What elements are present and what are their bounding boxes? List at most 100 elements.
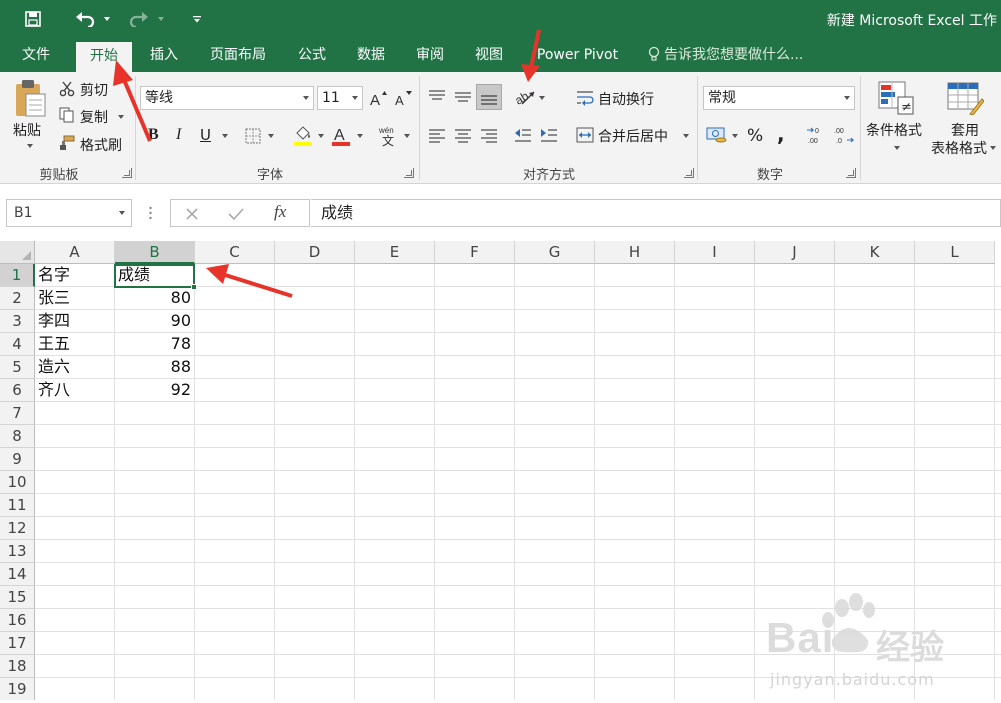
tab-view[interactable]: 视图 <box>463 38 515 72</box>
enter-icon[interactable] <box>227 205 245 223</box>
row-header-1[interactable]: 1 <box>0 264 35 287</box>
cell-a2[interactable]: 张三 <box>35 287 115 309</box>
increase-font-size-icon[interactable]: A <box>368 88 388 108</box>
tab-review[interactable]: 审阅 <box>404 38 456 72</box>
bold-button[interactable]: B <box>148 126 159 144</box>
customize-qat-icon[interactable] <box>190 8 204 30</box>
tab-file[interactable]: 文件 <box>10 38 62 72</box>
align-top-icon[interactable] <box>426 86 448 108</box>
cut-button[interactable]: 剪切 <box>80 80 108 100</box>
align-left-icon[interactable] <box>426 124 448 146</box>
row-header-10[interactable]: 10 <box>0 471 35 494</box>
format-as-table-line2[interactable]: 表格格式 <box>931 138 987 158</box>
column-header-f[interactable]: F <box>435 241 515 264</box>
wrap-text-icon[interactable] <box>574 88 596 108</box>
column-header-c[interactable]: C <box>195 241 275 264</box>
row-header-16[interactable]: 16 <box>0 609 35 632</box>
increase-decimal-icon[interactable]: 0.00 <box>805 124 829 146</box>
undo-icon[interactable] <box>72 8 98 30</box>
format-painter-icon[interactable] <box>58 134 76 152</box>
fill-handle[interactable] <box>191 284 197 290</box>
cell-b5[interactable]: 88 <box>115 356 194 378</box>
name-box[interactable]: B1 <box>6 199 132 227</box>
cell-b6[interactable]: 92 <box>115 379 194 401</box>
percent-style-button[interactable]: % <box>747 126 763 146</box>
cell-a1[interactable]: 名字 <box>35 264 115 286</box>
row-header-4[interactable]: 4 <box>0 333 35 356</box>
merge-center-icon[interactable] <box>574 125 596 145</box>
decrease-indent-icon[interactable] <box>512 124 534 146</box>
column-header-g[interactable]: G <box>515 241 595 264</box>
font-size-combo[interactable]: 11 <box>317 86 363 110</box>
insert-function-button[interactable]: fx <box>274 202 286 222</box>
align-bottom-icon[interactable] <box>476 84 502 110</box>
row-header-15[interactable]: 15 <box>0 586 35 609</box>
format-as-table-icon[interactable] <box>945 80 985 116</box>
row-header-13[interactable]: 13 <box>0 540 35 563</box>
align-center-icon[interactable] <box>452 124 474 146</box>
format-painter-button[interactable]: 格式刷 <box>80 135 122 155</box>
column-header-i[interactable]: I <box>675 241 755 264</box>
column-header-e[interactable]: E <box>355 241 435 264</box>
cell-b2[interactable]: 80 <box>115 287 194 309</box>
clipboard-launcher-icon[interactable] <box>122 168 132 178</box>
tab-formulas[interactable]: 公式 <box>286 38 338 72</box>
tab-power-pivot[interactable]: Power Pivot <box>530 38 625 72</box>
column-header-k[interactable]: K <box>835 241 915 264</box>
column-header-b[interactable]: B <box>115 241 195 264</box>
row-header-14[interactable]: 14 <box>0 563 35 586</box>
orientation-icon[interactable]: ab <box>512 86 538 108</box>
row-header-17[interactable]: 17 <box>0 632 35 655</box>
cut-icon[interactable] <box>58 80 76 98</box>
tab-data[interactable]: 数据 <box>345 38 397 72</box>
wrap-text-button[interactable]: 自动换行 <box>598 89 654 109</box>
row-header-5[interactable]: 5 <box>0 356 35 379</box>
number-format-combo[interactable]: 常规 <box>703 86 855 110</box>
column-header-l[interactable]: L <box>915 241 995 264</box>
accounting-format-icon[interactable] <box>705 124 729 146</box>
cell-a6[interactable]: 齐八 <box>35 379 115 401</box>
formula-bar-grip[interactable] <box>149 205 152 221</box>
number-launcher-icon[interactable] <box>846 168 856 178</box>
row-header-7[interactable]: 7 <box>0 402 35 425</box>
underline-button[interactable]: U <box>200 126 211 144</box>
cell-a4[interactable]: 王五 <box>35 333 115 355</box>
row-header-18[interactable]: 18 <box>0 655 35 678</box>
row-header-2[interactable]: 2 <box>0 287 35 310</box>
column-header-d[interactable]: D <box>275 241 355 264</box>
align-middle-icon[interactable] <box>452 86 474 108</box>
conditional-format-button[interactable]: 条件格式 <box>866 120 922 140</box>
conditional-format-icon[interactable]: ≠ <box>877 80 915 116</box>
tell-me-search[interactable]: 告诉我您想要做什么... <box>648 46 803 64</box>
font-launcher-icon[interactable] <box>404 168 414 178</box>
column-header-h[interactable]: H <box>595 241 675 264</box>
row-header-3[interactable]: 3 <box>0 310 35 333</box>
cancel-icon[interactable] <box>183 205 201 223</box>
copy-button[interactable]: 复制 <box>80 107 108 127</box>
cell-b4[interactable]: 78 <box>115 333 194 355</box>
save-icon[interactable] <box>20 8 46 30</box>
chevron-down-icon[interactable] <box>350 87 360 109</box>
chevron-down-icon[interactable] <box>842 87 852 109</box>
row-header-12[interactable]: 12 <box>0 517 35 540</box>
decrease-font-size-icon[interactable]: A <box>393 88 413 108</box>
undo-dropdown-icon[interactable] <box>100 8 114 30</box>
fill-color-icon[interactable] <box>292 124 314 148</box>
redo-dropdown-icon[interactable] <box>154 8 168 30</box>
chevron-down-icon[interactable] <box>301 87 311 109</box>
paste-button[interactable]: 粘贴 <box>13 120 41 140</box>
tab-page-layout[interactable]: 页面布局 <box>198 38 278 72</box>
redo-icon[interactable] <box>126 8 152 30</box>
row-header-11[interactable]: 11 <box>0 494 35 517</box>
column-header-j[interactable]: J <box>755 241 835 264</box>
cell-b3[interactable]: 90 <box>115 310 194 332</box>
increase-indent-icon[interactable] <box>538 124 560 146</box>
formula-input[interactable]: 成绩 <box>311 199 1001 227</box>
format-as-table-line1[interactable]: 套用 <box>951 120 979 140</box>
tab-home[interactable]: 开始 <box>76 42 132 72</box>
merge-center-button[interactable]: 合并后居中 <box>598 126 668 146</box>
decrease-decimal-icon[interactable]: .00.0 <box>832 124 856 146</box>
font-color-icon[interactable]: A <box>330 124 352 148</box>
italic-button[interactable]: I <box>176 126 181 144</box>
cell-a3[interactable]: 李四 <box>35 310 115 332</box>
